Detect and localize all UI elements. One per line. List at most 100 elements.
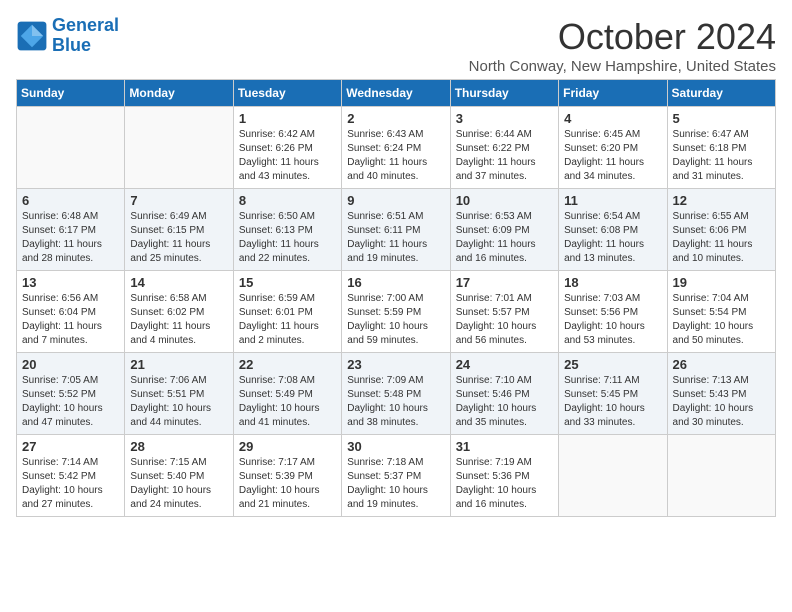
day-number: 18 <box>564 275 661 290</box>
day-number: 20 <box>22 357 119 372</box>
day-info: Sunrise: 6:44 AMSunset: 6:22 PMDaylight:… <box>456 128 553 184</box>
day-number: 16 <box>347 275 444 290</box>
day-cell: 2Sunrise: 6:43 AMSunset: 6:24 PMDaylight… <box>342 107 450 189</box>
day-info: Sunrise: 7:10 AMSunset: 5:46 PMDaylight:… <box>456 374 553 430</box>
day-info: Sunrise: 6:59 AMSunset: 6:01 PMDaylight:… <box>239 292 336 348</box>
day-cell: 31Sunrise: 7:19 AMSunset: 5:36 PMDayligh… <box>450 435 558 517</box>
day-info: Sunrise: 7:06 AMSunset: 5:51 PMDaylight:… <box>130 374 227 430</box>
day-info: Sunrise: 7:17 AMSunset: 5:39 PMDaylight:… <box>239 456 336 512</box>
day-cell: 24 Sunrise: 7:10 AMSunset: 5:46 PMDayligh… <box>450 353 558 435</box>
day-cell: 29Sunrise: 7:17 AMSunset: 5:39 PMDayligh… <box>233 435 341 517</box>
day-number: 11 <box>564 193 661 208</box>
day-info: Sunrise: 7:03 AMSunset: 5:56 PMDaylight:… <box>564 292 661 348</box>
day-info: Sunrise: 7:18 AMSunset: 5:37 PMDaylight:… <box>347 456 444 512</box>
day-cell: 3 Sunrise: 6:44 AMSunset: 6:22 PMDaylight… <box>450 107 558 189</box>
day-info: Sunrise: 6:55 AMSunset: 6:06 PMDaylight:… <box>673 210 770 266</box>
logo-text: General Blue <box>52 16 119 56</box>
day-number: 6 <box>22 193 119 208</box>
location: North Conway, New Hampshire, United Stat… <box>469 58 776 75</box>
day-info: Sunrise: 7:08 AMSunset: 5:49 PMDaylight:… <box>239 374 336 430</box>
day-number: 13 <box>22 275 119 290</box>
day-number: 12 <box>673 193 770 208</box>
page-header: General Blue October 2024 North Conway, … <box>16 16 776 75</box>
day-cell: 16Sunrise: 7:00 AMSunset: 5:59 PMDayligh… <box>342 271 450 353</box>
week-row-3: 13 Sunrise: 6:56 AMSunset: 6:04 PMDayligh… <box>17 271 776 353</box>
title-area: October 2024 North Conway, New Hampshire… <box>469 16 776 75</box>
header-cell-thursday: Thursday <box>450 80 558 107</box>
calendar-table: SundayMondayTuesdayWednesdayThursdayFrid… <box>16 79 776 517</box>
day-number: 30 <box>347 439 444 454</box>
day-info: Sunrise: 7:09 AMSunset: 5:48 PMDaylight:… <box>347 374 444 430</box>
header-cell-wednesday: Wednesday <box>342 80 450 107</box>
day-cell: 26 Sunrise: 7:13 AMSunset: 5:43 PMDayligh… <box>667 353 775 435</box>
week-row-5: 27 Sunrise: 7:14 AMSunset: 5:42 PMDayligh… <box>17 435 776 517</box>
day-number: 4 <box>564 111 661 126</box>
week-row-4: 20 Sunrise: 7:05 AMSunset: 5:52 PMDayligh… <box>17 353 776 435</box>
logo-icon <box>16 20 48 52</box>
day-info: Sunrise: 6:47 AMSunset: 6:18 PMDaylight:… <box>673 128 770 184</box>
day-info: Sunrise: 7:15 AMSunset: 5:40 PMDaylight:… <box>130 456 227 512</box>
day-number: 3 <box>456 111 553 126</box>
day-cell: 21 Sunrise: 7:06 AMSunset: 5:51 PMDayligh… <box>125 353 233 435</box>
day-info: Sunrise: 7:01 AMSunset: 5:57 PMDaylight:… <box>456 292 553 348</box>
day-number: 27 <box>22 439 119 454</box>
day-info: Sunrise: 6:54 AMSunset: 6:08 PMDaylight:… <box>564 210 661 266</box>
day-info: Sunrise: 6:56 AMSunset: 6:04 PMDaylight:… <box>22 292 119 348</box>
calendar-header-row: SundayMondayTuesdayWednesdayThursdayFrid… <box>17 80 776 107</box>
day-info: Sunrise: 6:49 AMSunset: 6:15 PMDaylight:… <box>130 210 227 266</box>
day-number: 5 <box>673 111 770 126</box>
day-cell <box>17 107 125 189</box>
day-cell: 8Sunrise: 6:50 AMSunset: 6:13 PMDaylight… <box>233 189 341 271</box>
day-cell: 11 Sunrise: 6:54 AMSunset: 6:08 PMDayligh… <box>559 189 667 271</box>
day-info: Sunrise: 6:45 AMSunset: 6:20 PMDaylight:… <box>564 128 661 184</box>
day-number: 1 <box>239 111 336 126</box>
day-info: Sunrise: 7:11 AMSunset: 5:45 PMDaylight:… <box>564 374 661 430</box>
day-cell: 18 Sunrise: 7:03 AMSunset: 5:56 PMDayligh… <box>559 271 667 353</box>
day-cell <box>667 435 775 517</box>
day-cell: 28 Sunrise: 7:15 AMSunset: 5:40 PMDayligh… <box>125 435 233 517</box>
day-number: 25 <box>564 357 661 372</box>
day-info: Sunrise: 7:04 AMSunset: 5:54 PMDaylight:… <box>673 292 770 348</box>
day-cell: 1Sunrise: 6:42 AMSunset: 6:26 PMDaylight… <box>233 107 341 189</box>
week-row-2: 6 Sunrise: 6:48 AMSunset: 6:17 PMDaylight… <box>17 189 776 271</box>
day-info: Sunrise: 6:53 AMSunset: 6:09 PMDaylight:… <box>456 210 553 266</box>
day-cell: 9Sunrise: 6:51 AMSunset: 6:11 PMDaylight… <box>342 189 450 271</box>
header-cell-saturday: Saturday <box>667 80 775 107</box>
day-number: 21 <box>130 357 227 372</box>
day-number: 19 <box>673 275 770 290</box>
day-number: 24 <box>456 357 553 372</box>
day-cell <box>125 107 233 189</box>
day-number: 28 <box>130 439 227 454</box>
day-cell: 17 Sunrise: 7:01 AMSunset: 5:57 PMDayligh… <box>450 271 558 353</box>
day-cell: 12 Sunrise: 6:55 AMSunset: 6:06 PMDayligh… <box>667 189 775 271</box>
day-cell: 20 Sunrise: 7:05 AMSunset: 5:52 PMDayligh… <box>17 353 125 435</box>
day-info: Sunrise: 6:50 AMSunset: 6:13 PMDaylight:… <box>239 210 336 266</box>
day-cell: 22Sunrise: 7:08 AMSunset: 5:49 PMDayligh… <box>233 353 341 435</box>
day-info: Sunrise: 7:13 AMSunset: 5:43 PMDaylight:… <box>673 374 770 430</box>
day-info: Sunrise: 6:48 AMSunset: 6:17 PMDaylight:… <box>22 210 119 266</box>
day-cell: 30 Sunrise: 7:18 AMSunset: 5:37 PMDayligh… <box>342 435 450 517</box>
day-number: 10 <box>456 193 553 208</box>
day-cell: 19 Sunrise: 7:04 AMSunset: 5:54 PMDayligh… <box>667 271 775 353</box>
day-info: Sunrise: 7:19 AMSunset: 5:36 PMDaylight:… <box>456 456 553 512</box>
header-cell-monday: Monday <box>125 80 233 107</box>
day-number: 23 <box>347 357 444 372</box>
day-info: Sunrise: 7:05 AMSunset: 5:52 PMDaylight:… <box>22 374 119 430</box>
header-cell-tuesday: Tuesday <box>233 80 341 107</box>
day-number: 26 <box>673 357 770 372</box>
day-number: 14 <box>130 275 227 290</box>
day-cell: 25 Sunrise: 7:11 AMSunset: 5:45 PMDayligh… <box>559 353 667 435</box>
week-row-1: 1Sunrise: 6:42 AMSunset: 6:26 PMDaylight… <box>17 107 776 189</box>
day-cell: 15 Sunrise: 6:59 AMSunset: 6:01 PMDayligh… <box>233 271 341 353</box>
day-cell: 14Sunrise: 6:58 AMSunset: 6:02 PMDayligh… <box>125 271 233 353</box>
day-number: 7 <box>130 193 227 208</box>
day-cell: 7 Sunrise: 6:49 AMSunset: 6:15 PMDaylight… <box>125 189 233 271</box>
header-cell-sunday: Sunday <box>17 80 125 107</box>
day-number: 15 <box>239 275 336 290</box>
day-info: Sunrise: 7:14 AMSunset: 5:42 PMDaylight:… <box>22 456 119 512</box>
month-title: October 2024 <box>469 16 776 58</box>
day-number: 17 <box>456 275 553 290</box>
day-info: Sunrise: 6:43 AMSunset: 6:24 PMDaylight:… <box>347 128 444 184</box>
day-cell: 27 Sunrise: 7:14 AMSunset: 5:42 PMDayligh… <box>17 435 125 517</box>
day-cell: 23 Sunrise: 7:09 AMSunset: 5:48 PMDayligh… <box>342 353 450 435</box>
